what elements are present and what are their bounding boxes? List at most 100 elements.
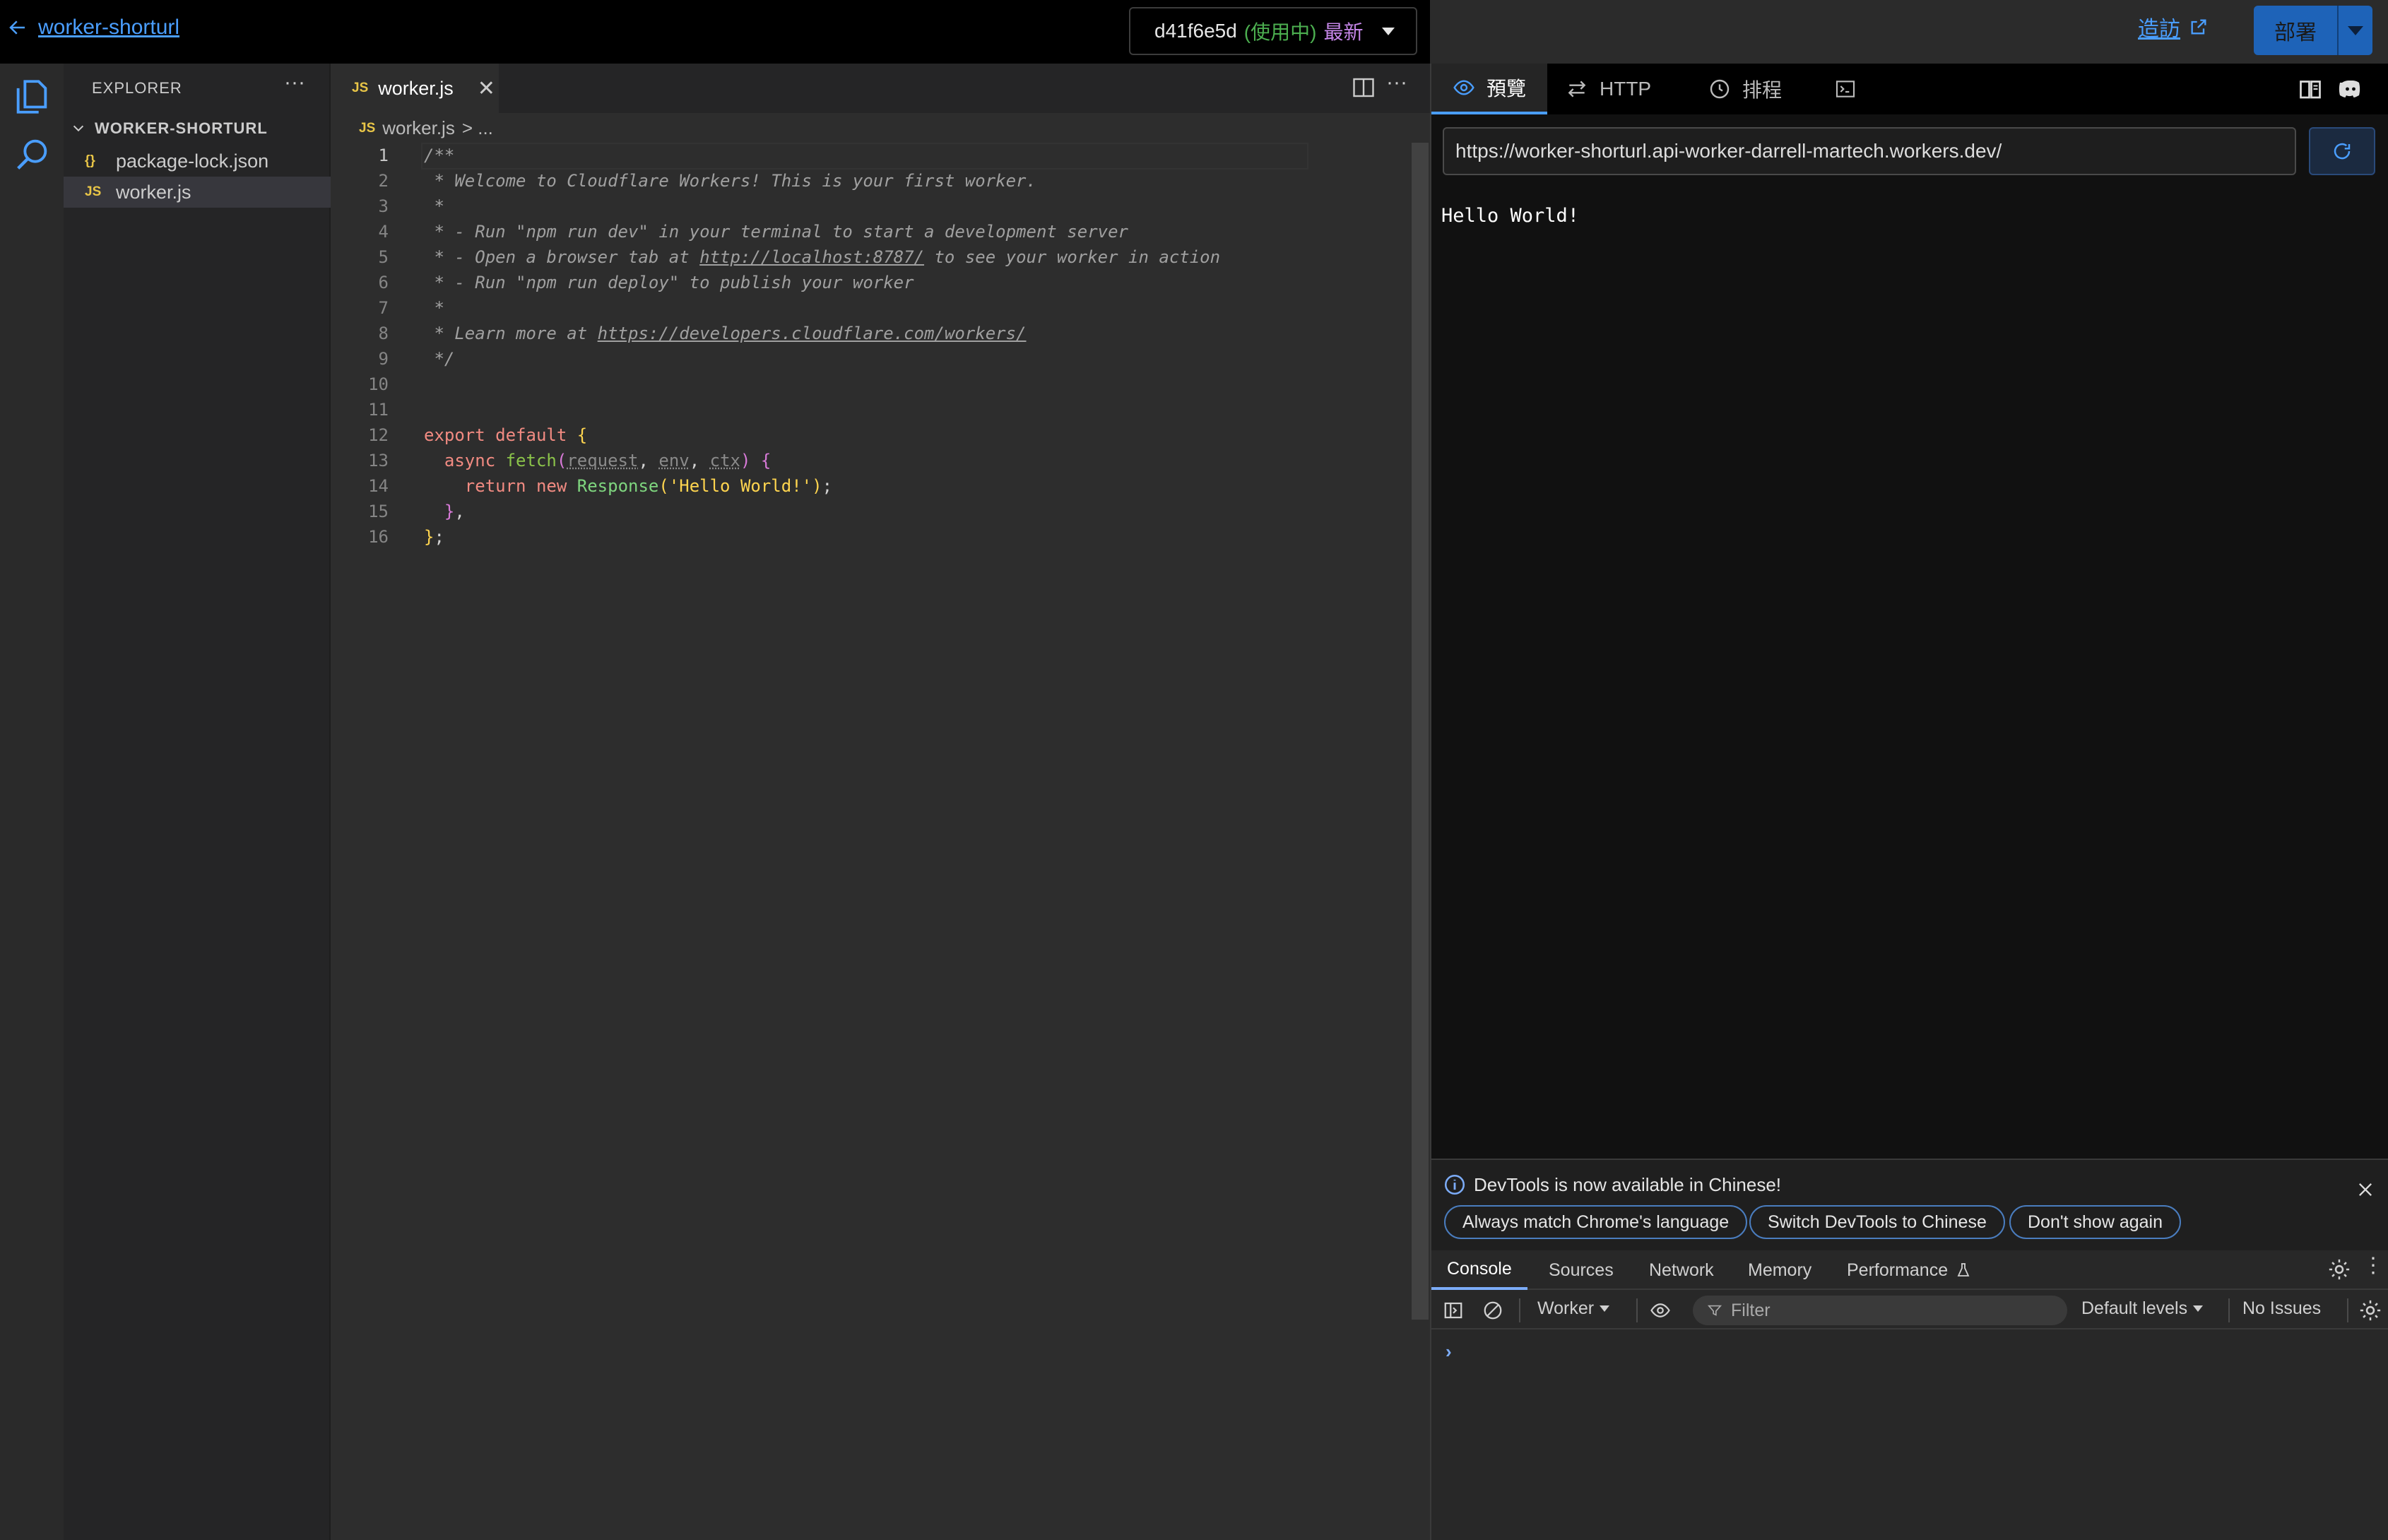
tab-console[interactable]: Console — [1431, 1250, 1527, 1290]
close-icon[interactable]: ✕ — [478, 76, 495, 101]
code-line: * - Open a browser tab at http://localho… — [424, 244, 1220, 270]
dont-show-again-button[interactable]: Don't show again — [2009, 1205, 2181, 1239]
chevron-down-icon — [2348, 26, 2363, 35]
code-line: async fetch(request, env, ctx) { — [424, 448, 771, 473]
code-text: * Learn more at — [424, 324, 598, 343]
sidebar-toggle-icon[interactable] — [1443, 1300, 1464, 1321]
back-link[interactable]: worker-shorturl — [7, 16, 179, 40]
back-link-label: worker-shorturl — [38, 16, 179, 40]
arrows-icon — [1566, 78, 1588, 100]
string-literal: 'Hello World!' — [669, 476, 812, 496]
filter-input[interactable]: Filter — [1693, 1296, 2067, 1325]
tab-sources[interactable]: Sources — [1533, 1250, 1629, 1290]
breadcrumb-file[interactable]: worker.js — [382, 117, 455, 139]
version-latest-badge: 最新 — [1323, 17, 1363, 45]
param: env — [658, 451, 689, 470]
line-number: 1 — [331, 143, 389, 168]
docs-link[interactable]: https://developers.cloudflare.com/worker… — [598, 324, 1027, 343]
line-number: 13 — [331, 448, 389, 473]
explorer-title: EXPLORER — [92, 79, 182, 97]
settings-gear-icon[interactable] — [2327, 1257, 2351, 1281]
more-icon[interactable]: ··· — [284, 71, 305, 95]
console-settings-icon[interactable] — [2358, 1298, 2382, 1322]
code-line: * — [424, 194, 444, 219]
close-icon[interactable] — [2356, 1180, 2375, 1200]
line-number: 14 — [331, 473, 389, 499]
eye-icon — [1453, 76, 1475, 99]
keyword: default — [495, 425, 567, 445]
visit-link[interactable]: 造訪 — [2138, 11, 2209, 42]
breadcrumb-rest[interactable]: > ... — [462, 117, 493, 139]
keyword: new — [536, 476, 567, 496]
line-number: 4 — [331, 219, 389, 244]
code-line: * Welcome to Cloudflare Workers! This is… — [424, 168, 1036, 194]
refresh-button[interactable] — [2309, 127, 2375, 175]
folder-label: WORKER-SHORTURL — [95, 119, 268, 138]
more-icon[interactable]: ··· — [1386, 71, 1407, 95]
line-number: 12 — [331, 422, 389, 448]
preview-url-input[interactable]: https://worker-shorturl.api-worker-darre… — [1443, 127, 2296, 175]
tab-worker-js[interactable]: JS worker.js ✕ — [331, 64, 499, 113]
file-package-lock[interactable]: {} package-lock.json — [64, 146, 331, 177]
search-icon[interactable] — [11, 134, 52, 175]
line-number: 16 — [331, 524, 389, 550]
tab-label: 預覽 — [1486, 73, 1526, 102]
param: ctx — [710, 451, 740, 470]
code-line: * Learn more at https://developers.cloud… — [424, 321, 1027, 346]
tab-preview[interactable]: 預覽 — [1431, 64, 1547, 114]
issues-counter[interactable]: No Issues — [2242, 1298, 2321, 1319]
split-editor-icon[interactable] — [1351, 75, 1376, 100]
line-number: 6 — [331, 270, 389, 295]
flask-icon — [1955, 1262, 1972, 1279]
external-link-icon — [2189, 17, 2209, 37]
explorer-panel: EXPLORER ··· WORKER-SHORTURL {} package-… — [64, 64, 331, 1540]
files-icon[interactable] — [11, 76, 52, 117]
filter-placeholder: Filter — [1731, 1301, 1771, 1321]
code-text: to see your worker in action — [924, 247, 1220, 267]
book-icon[interactable] — [2298, 76, 2323, 102]
context-selector[interactable]: Worker — [1537, 1298, 1609, 1319]
tab-performance[interactable]: Performance — [1831, 1250, 1987, 1290]
js-icon: JS — [352, 81, 368, 96]
line-number: 10 — [331, 372, 389, 397]
tab-memory[interactable]: Memory — [1732, 1250, 1827, 1290]
class-name: Response — [577, 476, 659, 496]
eye-icon[interactable] — [1648, 1300, 1673, 1321]
version-status: (使用中) — [1244, 17, 1317, 45]
version-selector[interactable]: d41f6e5d (使用中) 最新 — [1129, 7, 1417, 55]
tab-terminal[interactable] — [1813, 64, 1889, 114]
deploy-button-label[interactable]: 部署 — [2254, 6, 2337, 55]
switch-chinese-button[interactable]: Switch DevTools to Chinese — [1749, 1205, 2005, 1239]
info-message: DevTools is now available in Chinese! — [1474, 1174, 1781, 1196]
code-line: /** — [424, 143, 454, 168]
localhost-link[interactable]: http://localhost:8787/ — [699, 247, 924, 267]
deploy-dropdown-button[interactable] — [2337, 6, 2372, 55]
line-number: 2 — [331, 168, 389, 194]
tab-label: Performance — [1847, 1260, 1948, 1281]
line-number: 8 — [331, 321, 389, 346]
discord-icon[interactable] — [2337, 76, 2364, 102]
line-number: 7 — [331, 295, 389, 321]
editor-scrollbar[interactable] — [1412, 143, 1429, 1320]
log-levels-dropdown[interactable]: Default levels — [2081, 1298, 2203, 1319]
kebab-menu-icon[interactable]: ⋮ — [2363, 1253, 2384, 1278]
folder-worker-shorturl[interactable]: WORKER-SHORTURL — [64, 114, 331, 143]
line-number: 5 — [331, 244, 389, 270]
version-hash: d41f6e5d — [1154, 20, 1237, 42]
current-line-highlight — [421, 143, 1308, 170]
tab-network[interactable]: Network — [1633, 1250, 1730, 1290]
file-worker-js[interactable]: JS worker.js — [64, 177, 331, 208]
code-line: }, — [424, 499, 465, 524]
toolbar-separator — [1519, 1298, 1520, 1322]
deploy-button[interactable]: 部署 — [2254, 6, 2372, 55]
match-language-button[interactable]: Always match Chrome's language — [1444, 1205, 1747, 1239]
code-line: * — [424, 295, 444, 321]
clear-console-icon[interactable] — [1482, 1300, 1503, 1321]
console-toolbar: Worker Filter Default levels No Issues — [1431, 1291, 2388, 1329]
code-line: export default { — [424, 422, 587, 448]
arrow-left-icon — [7, 17, 28, 38]
tab-schedule[interactable]: 排程 — [1687, 64, 1803, 114]
console-prompt[interactable]: › — [1446, 1341, 1452, 1363]
tab-http[interactable]: HTTP — [1544, 64, 1672, 114]
keyword: export — [424, 425, 485, 445]
